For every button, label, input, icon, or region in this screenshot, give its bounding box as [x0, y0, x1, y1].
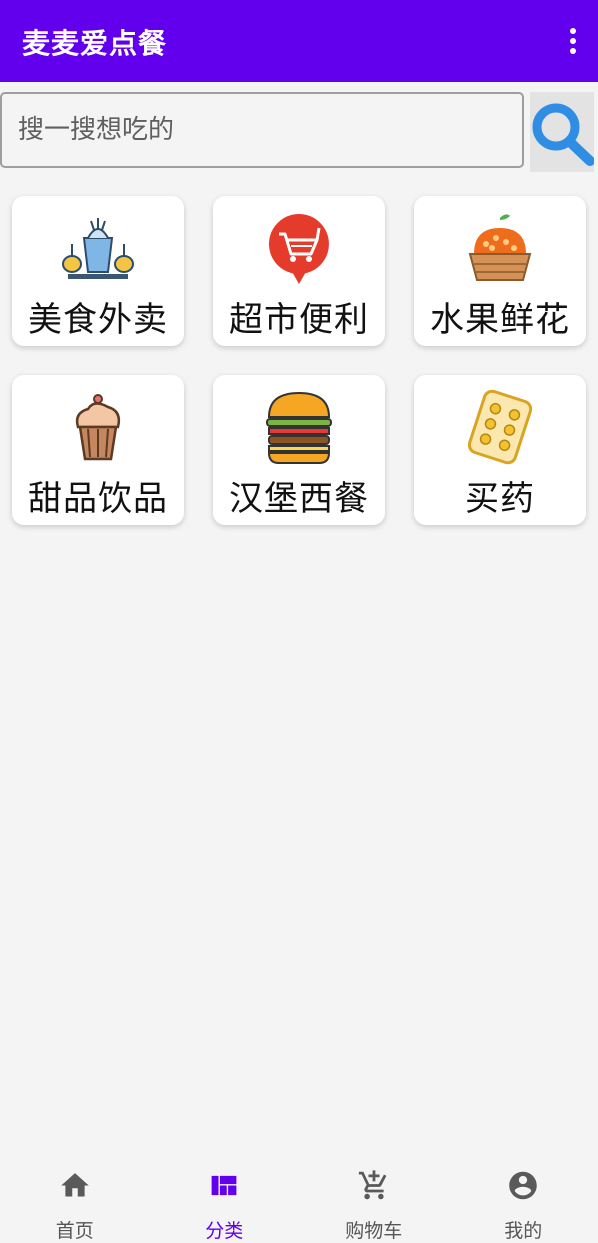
category-tile-fruit[interactable]: 水果鲜花	[414, 196, 586, 346]
cupcake-icon	[75, 394, 121, 461]
shopping-cart-icon	[268, 214, 329, 284]
food-delivery-icon	[62, 218, 134, 279]
search-bar	[0, 92, 598, 174]
category-label: 汉堡西餐	[229, 479, 369, 519]
nav-label: 我的	[504, 1220, 543, 1242]
category-tile-medicine[interactable]: 买药	[414, 375, 586, 525]
pills-icon	[467, 389, 533, 465]
nav-label: 购物车	[345, 1220, 403, 1242]
category-label: 美食外卖	[28, 300, 168, 340]
category-dashboard-icon	[211, 1175, 237, 1196]
search-icon	[532, 103, 594, 166]
category-label: 甜品饮品	[28, 479, 168, 519]
search-input[interactable]	[0, 92, 524, 168]
category-tile-supermarket[interactable]: 超市便利	[213, 196, 385, 346]
bottom-navigation: 首页 分类 购物车 我的	[0, 1163, 598, 1243]
category-label: 超市便利	[229, 300, 369, 340]
category-label: 买药	[465, 479, 535, 519]
more-vert-icon[interactable]	[568, 28, 578, 54]
nav-item-me[interactable]: 我的	[449, 1163, 598, 1243]
burger-icon	[266, 391, 332, 464]
account-circle-icon	[509, 1171, 537, 1200]
category-tile-burger[interactable]: 汉堡西餐	[213, 375, 385, 525]
fruit-basket-icon	[468, 214, 532, 281]
app-title: 麦麦爱点餐	[22, 27, 168, 60]
nav-item-category[interactable]: 分类	[150, 1163, 300, 1243]
home-icon	[61, 1173, 89, 1197]
category-tile-dessert[interactable]: 甜品饮品	[12, 375, 184, 525]
app-bar: 麦麦爱点餐	[0, 0, 598, 82]
nav-item-home[interactable]: 首页	[0, 1163, 150, 1243]
category-label: 水果鲜花	[430, 300, 570, 340]
add-cart-icon	[358, 1170, 387, 1200]
search-button[interactable]	[530, 92, 594, 172]
category-tile-food[interactable]: 美食外卖	[12, 196, 184, 346]
nav-item-cart[interactable]: 购物车	[299, 1163, 449, 1243]
nav-label: 首页	[55, 1220, 94, 1242]
nav-label: 分类	[205, 1220, 244, 1242]
